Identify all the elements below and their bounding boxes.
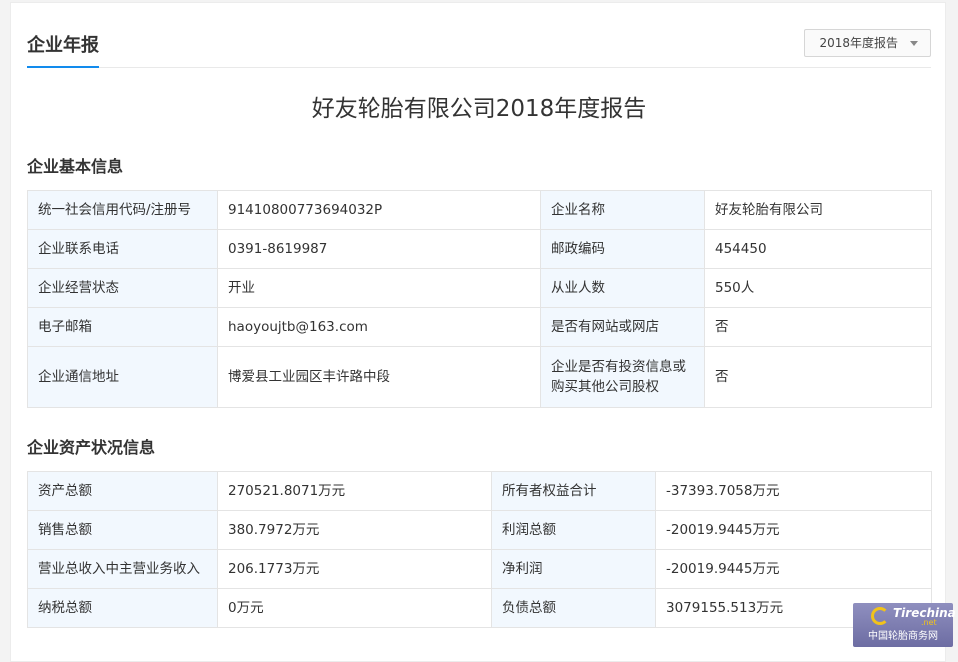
report-title: 好友轮胎有限公司2018年度报告 bbox=[311, 96, 647, 122]
table-row: 资产总额 270521.8071万元 所有者权益合计 -37393.7058万元 bbox=[27, 471, 932, 511]
field-label: 负债总额 bbox=[491, 588, 656, 628]
field-value: -20019.9445万元 bbox=[655, 549, 932, 589]
logo-brand-cn: 中国轮胎商务网 bbox=[868, 631, 938, 642]
field-value: -20019.9445万元 bbox=[655, 510, 932, 550]
field-value: 550人 bbox=[704, 268, 932, 308]
field-label: 利润总额 bbox=[491, 510, 656, 550]
table-row: 企业联系电话 0391-8619987 邮政编码 454450 bbox=[27, 229, 932, 269]
field-label: 邮政编码 bbox=[540, 229, 705, 269]
field-value: 270521.8071万元 bbox=[217, 471, 492, 511]
table-row: 纳税总额 0万元 负债总额 3079155.513万元 bbox=[27, 588, 932, 628]
field-label: 纳税总额 bbox=[27, 588, 218, 628]
field-label: 企业通信地址 bbox=[27, 346, 218, 408]
logo-brand-domain: .net bbox=[921, 618, 937, 627]
field-value: 206.1773万元 bbox=[217, 549, 492, 589]
table-row: 销售总额 380.7972万元 利润总额 -20019.9445万元 bbox=[27, 510, 932, 550]
field-value: 380.7972万元 bbox=[217, 510, 492, 550]
field-label: 销售总额 bbox=[27, 510, 218, 550]
page-title: 企业年报 bbox=[27, 35, 99, 68]
field-value: 博爱县工业园区丰许路中段 bbox=[217, 346, 541, 408]
annual-report-card: 企业年报 2018年度报告 好友轮胎有限公司2018年度报告 企业基本信息 统一… bbox=[10, 2, 946, 662]
tire-logo-icon bbox=[871, 607, 889, 625]
field-label: 是否有网站或网店 bbox=[540, 307, 705, 347]
field-value: 否 bbox=[704, 307, 932, 347]
section-title-asset-info: 企业资产状况信息 bbox=[27, 438, 156, 457]
field-value: 开业 bbox=[217, 268, 541, 308]
field-label: 营业总收入中主营业务收入 bbox=[27, 549, 218, 589]
asset-info-table: 资产总额 270521.8071万元 所有者权益合计 -37393.7058万元… bbox=[27, 471, 932, 628]
field-value: haoyoujtb@163.com bbox=[217, 307, 541, 347]
tirechina-watermark-logo: Tirechina .net 中国轮胎商务网 bbox=[853, 603, 956, 647]
table-row: 企业经营状态 开业 从业人数 550人 bbox=[27, 268, 932, 308]
field-value: 好友轮胎有限公司 bbox=[704, 190, 932, 230]
basic-info-table: 统一社会信用代码/注册号 91410800773694032P 企业名称 好友轮… bbox=[27, 190, 932, 408]
field-value: -37393.7058万元 bbox=[655, 471, 932, 511]
field-label: 资产总额 bbox=[27, 471, 218, 511]
field-value: 0万元 bbox=[217, 588, 492, 628]
table-row: 企业通信地址 博爱县工业园区丰许路中段 企业是否有投资信息或购买其他公司股权 否 bbox=[27, 346, 932, 408]
field-label: 企业名称 bbox=[540, 190, 705, 230]
report-year-select-value: 2018年度报告 bbox=[819, 36, 898, 50]
field-label: 从业人数 bbox=[540, 268, 705, 308]
field-label: 企业是否有投资信息或购买其他公司股权 bbox=[540, 346, 705, 408]
table-row: 营业总收入中主营业务收入 206.1773万元 净利润 -20019.9445万… bbox=[27, 549, 932, 589]
field-label: 净利润 bbox=[491, 549, 656, 589]
field-label: 企业经营状态 bbox=[27, 268, 218, 308]
card-header: 企业年报 2018年度报告 bbox=[27, 23, 931, 68]
field-value: 454450 bbox=[704, 229, 932, 269]
field-label: 统一社会信用代码/注册号 bbox=[27, 190, 218, 230]
field-value: 0391-8619987 bbox=[217, 229, 541, 269]
field-label: 所有者权益合计 bbox=[491, 471, 656, 511]
section-title-basic-info: 企业基本信息 bbox=[27, 157, 124, 176]
table-row: 统一社会信用代码/注册号 91410800773694032P 企业名称 好友轮… bbox=[27, 190, 932, 230]
caret-down-icon bbox=[910, 41, 918, 46]
table-row: 电子邮箱 haoyoujtb@163.com 是否有网站或网店 否 bbox=[27, 307, 932, 347]
field-value: 91410800773694032P bbox=[217, 190, 541, 230]
field-label: 企业联系电话 bbox=[27, 229, 218, 269]
field-value: 否 bbox=[704, 346, 932, 408]
field-label: 电子邮箱 bbox=[27, 307, 218, 347]
report-year-select[interactable]: 2018年度报告 bbox=[804, 29, 931, 57]
